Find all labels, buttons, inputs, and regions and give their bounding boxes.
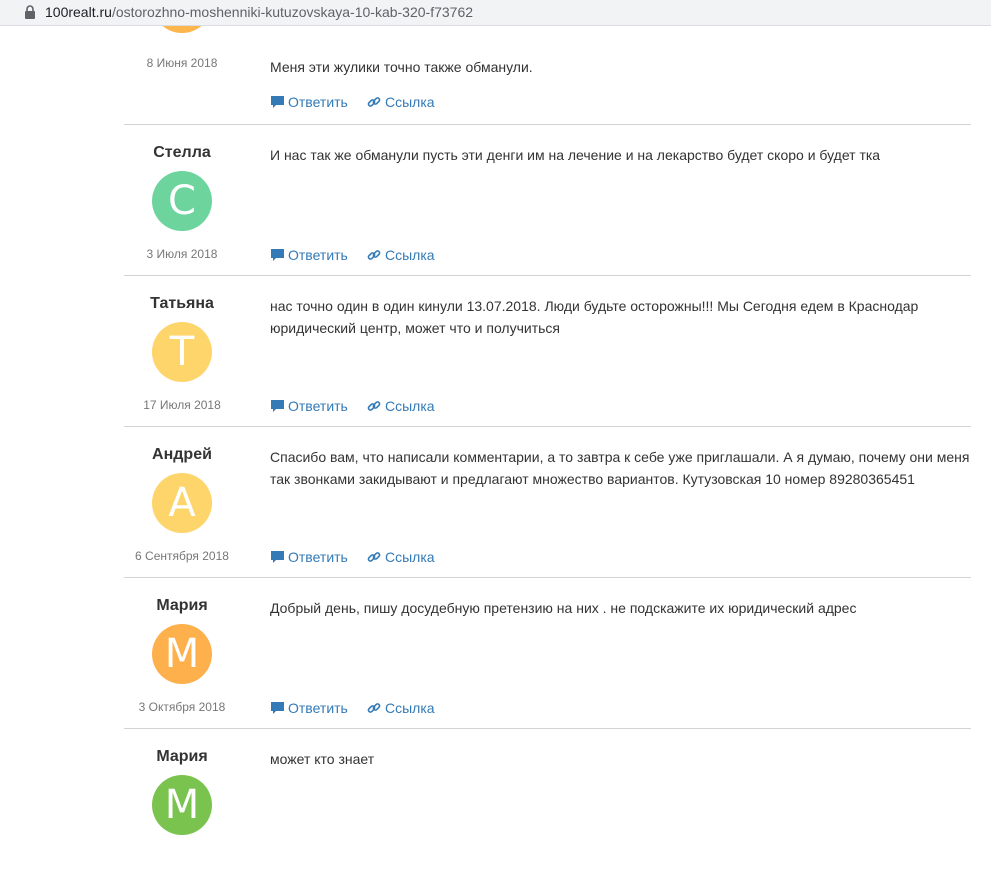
comment-item: Мария М может кто знает: [124, 728, 971, 879]
comment-date: 8 Июня 2018: [146, 56, 218, 70]
comment-text: Спасибо вам, что написали комментарии, а…: [270, 449, 970, 487]
comment-author: Татьяна: [150, 295, 214, 312]
comment-text: нас точно один в один кинули 13.07.2018.…: [270, 298, 919, 336]
reply-label: Ответить: [288, 549, 348, 565]
comment-icon: [271, 249, 284, 261]
comment-icon: [271, 96, 284, 108]
address-bar[interactable]: 100realt.ru/ostorozhno-moshenniki-kutuzo…: [0, 0, 991, 26]
avatar: М: [152, 775, 212, 835]
comment-date: 3 Октября 2018: [138, 700, 226, 714]
comment-icon: [271, 551, 284, 563]
comment-text: может кто знает: [270, 751, 375, 767]
comment-item: Мария М 3 Октября 2018 Добрый день, пишу…: [124, 577, 971, 729]
avatar: Т: [152, 322, 212, 382]
comment-text: И нас так же обманули пусть эти денги им…: [270, 147, 881, 163]
comment-date: 6 Сентября 2018: [135, 549, 229, 563]
link-icon: [367, 97, 381, 107]
url-text[interactable]: 100realt.ru/ostorozhno-moshenniki-kutuzo…: [45, 4, 473, 20]
comment-author: Мария: [156, 748, 208, 765]
link-icon: [367, 250, 381, 260]
comment-date: 3 Июля 2018: [146, 247, 218, 261]
link-label: Ссылка: [385, 398, 435, 414]
link-label: Ссылка: [385, 94, 435, 110]
reply-label: Ответить: [288, 247, 348, 263]
link-label: Ссылка: [385, 700, 435, 716]
link-icon: [367, 552, 381, 562]
link-label: Ссылка: [385, 549, 435, 565]
comment-text: Добрый день, пишу досудебную претензию н…: [270, 600, 857, 616]
comment-item: Стелла С 3 Июля 2018 И нас так же обману…: [124, 124, 971, 276]
avatar: С: [152, 171, 212, 231]
comment-author: Андрей: [152, 446, 212, 463]
link-icon: [367, 703, 381, 713]
reply-label: Ответить: [288, 398, 348, 414]
comment-text: Меня эти жулики точно также обманули.: [270, 59, 533, 75]
comment-icon: [271, 702, 284, 714]
link-label: Ссылка: [385, 247, 435, 263]
url-path: /ostorozhno-moshenniki-kutuzovskaya-10-k…: [111, 4, 474, 20]
comment-item: Андрей А 6 Сентября 2018 Спасибо вам, чт…: [124, 426, 971, 578]
reply-label: Ответить: [288, 700, 348, 716]
reply-label: Ответить: [288, 94, 348, 110]
comment-item: Татьяна Т 17 Июля 2018 нас точно один в …: [124, 275, 971, 427]
comment-icon: [271, 400, 284, 412]
link-icon: [367, 401, 381, 411]
lock-icon: [25, 5, 35, 19]
avatar: М: [152, 624, 212, 684]
url-domain: 100realt.ru: [45, 4, 112, 20]
comment-author: Стелла: [153, 144, 211, 161]
avatar: А: [152, 473, 212, 533]
comment-date: 17 Июля 2018: [143, 398, 221, 412]
comment-author: Мария: [156, 597, 208, 614]
